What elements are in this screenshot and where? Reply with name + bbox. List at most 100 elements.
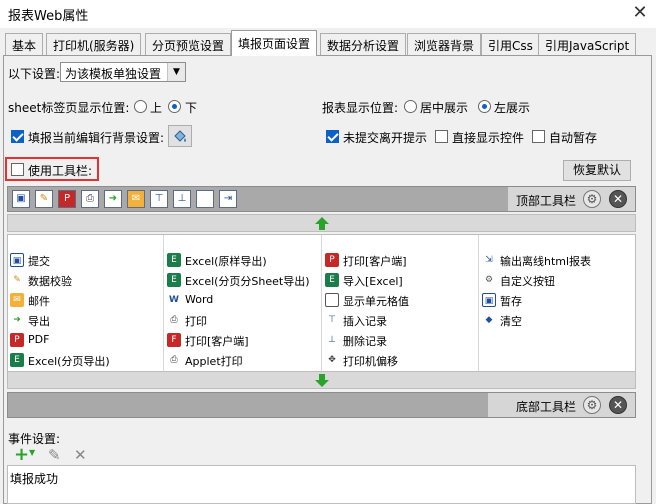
insert-icon[interactable]: ⊤ [150, 190, 168, 208]
fill-bg-checkbox[interactable] [11, 130, 24, 143]
use-toolbar-checkbox[interactable] [11, 163, 24, 176]
bottom-toolbar-bar: 底部工具栏 ⚙ ✕ [7, 392, 636, 418]
tab-basic[interactable]: 基本 [5, 33, 44, 55]
pdf-icon: P [10, 333, 24, 347]
paint-bucket-icon[interactable] [168, 125, 192, 147]
grid-button-flash-print[interactable]: F 打印[客户端] [165, 330, 320, 350]
save-icon[interactable]: ▣ [12, 190, 30, 208]
report-center-radio[interactable] [404, 100, 417, 113]
tab-css[interactable]: 引用Css [481, 33, 540, 55]
grid-button-insert-record[interactable]: ⊤ 插入记录 [323, 310, 478, 330]
excel-icon: E [167, 253, 181, 267]
chevron-down-icon[interactable]: ▼ [167, 63, 185, 81]
move-up-bar[interactable] [7, 214, 636, 232]
export-icon[interactable]: ➜ [104, 190, 122, 208]
direct-controls-checkbox[interactable] [435, 130, 448, 143]
top-toolbar-bar: ▣ ✎ P ⎙ ➜ ✉ ⊤ ⊥ ⇥ 顶部工具栏 ⚙ ✕ [7, 186, 636, 212]
grid-button-import-excel[interactable]: E 导入[Excel] [323, 270, 478, 290]
gear-icon[interactable]: ⚙ [583, 190, 601, 208]
grid-button-delete-record[interactable]: ⊥ 删除记录 [323, 330, 478, 350]
grid-button-applet-print[interactable]: ⎙ Applet打印 [165, 350, 320, 370]
unsubmitted-prompt-checkbox[interactable] [326, 130, 339, 143]
tab-data-analysis[interactable]: 数据分析设置 [320, 33, 407, 55]
move-icon: ✥ [328, 355, 336, 365]
tab-printer-server[interactable]: 打印机(服务器) [46, 33, 142, 55]
add-event-icon[interactable]: + [14, 444, 29, 465]
excel-icon: E [10, 353, 24, 367]
move-down-bar[interactable] [7, 371, 636, 389]
grid-button-printer-offset[interactable]: ✥ 打印机偏移 [323, 350, 478, 370]
tab-page-preview[interactable]: 分页预览设置 [145, 33, 232, 55]
export-icon: ➜ [13, 315, 21, 325]
exit-icon[interactable]: ⇥ [219, 190, 237, 208]
delete-icon[interactable]: ⊥ [173, 190, 191, 208]
grid-button-excel-page[interactable]: E Excel(分页导出) [8, 350, 163, 370]
close-icon[interactable]: ✕ [609, 190, 627, 208]
scope-label: 以下设置: [8, 67, 61, 81]
grid-button-pdf-print[interactable]: P 打印[客户端] [323, 250, 478, 270]
report-left-radio[interactable] [478, 100, 491, 113]
validate-icon[interactable]: ✎ [35, 190, 53, 208]
pdf-icon[interactable]: P [58, 190, 76, 208]
grid-button-excel-original[interactable]: E Excel(原样导出) [165, 250, 320, 270]
scope-select[interactable]: 为该模板单独设置 ▼ [60, 62, 186, 82]
applet-print-icon: ⎙ [170, 355, 178, 365]
report-left-label: 左展示 [494, 101, 531, 115]
sheet-top-radio[interactable] [134, 100, 147, 113]
grid-button-submit[interactable]: ▣ 提交 [8, 250, 163, 270]
grid-button-mail[interactable]: ✉ 邮件 [8, 290, 163, 310]
excel-icon: E [325, 273, 339, 287]
grid-button-pdf[interactable]: P PDF [8, 330, 163, 350]
gear-icon[interactable]: ⚙ [583, 396, 601, 414]
flash-print-icon: F [167, 333, 181, 347]
chevron-down-icon[interactable]: ▼ [29, 448, 35, 457]
blank-icon[interactable] [196, 190, 214, 208]
fill-bg-label: 填报当前编辑行背景设置: [28, 131, 165, 145]
events-list[interactable]: 填报成功 [7, 465, 636, 504]
print-icon[interactable]: ⎙ [81, 190, 99, 208]
sheet-bottom-label: 下 [185, 101, 198, 115]
grid-button-custom[interactable]: ⚙ 自定义按钮 [480, 270, 635, 290]
unsubmitted-prompt-label: 未提交离开提示 [343, 131, 428, 145]
grid-divider [321, 235, 322, 371]
auto-save-checkbox[interactable] [532, 130, 545, 143]
restore-default-button[interactable]: 恢复默认 [563, 160, 631, 181]
direct-controls-label: 直接显示控件 [452, 131, 525, 145]
grid-divider [163, 235, 164, 371]
report-center-label: 居中展示 [420, 101, 469, 115]
grid-divider [478, 235, 479, 371]
grid-button-excel-sheet[interactable]: E Excel(分页分Sheet导出) [165, 270, 320, 290]
grid-button-offline-html[interactable]: ⇲ 输出离线html报表 [480, 250, 635, 270]
use-toolbar-label: 使用工具栏: [28, 164, 93, 178]
auto-save-label: 自动暂存 [549, 131, 598, 145]
tab-fill-page[interactable]: 填报页面设置 [231, 30, 318, 56]
grid-button-temp-save[interactable]: ▣ 暂存 [480, 290, 635, 310]
grid-button-word[interactable]: W Word [165, 290, 320, 310]
grid-button-validate[interactable]: ✎ 数据校验 [8, 270, 163, 290]
grid-button-clear[interactable]: ◆ 清空 [480, 310, 635, 330]
grid-button-print[interactable]: ⎙ 打印 [165, 310, 320, 330]
window-title: 报表Web属性 [8, 9, 89, 24]
sheet-bottom-radio[interactable] [168, 100, 181, 113]
delete-icon: ⊥ [328, 335, 336, 345]
tab-browser-background[interactable]: 浏览器背景 [407, 33, 482, 55]
eraser-icon: ◆ [485, 315, 493, 325]
report-position-label: 报表显示位置: [322, 101, 399, 115]
print-icon: ⎙ [170, 315, 178, 325]
mail-icon: ✉ [10, 293, 24, 307]
pdf-icon: P [325, 253, 339, 267]
mail-icon[interactable]: ✉ [127, 190, 145, 208]
gear-icon: ⚙ [484, 275, 494, 285]
grid-button-export[interactable]: ➜ 导出 [8, 310, 163, 330]
grid-button-show-cell[interactable]: 显示单元格值 [323, 290, 478, 310]
insert-icon: ⊤ [328, 315, 336, 325]
tab-javascript[interactable]: 引用JavaScript [538, 33, 637, 55]
close-icon[interactable]: ✕ [609, 396, 627, 414]
toolbar-buttons-grid: ▣ 提交 ✎ 数据校验 ✉ 邮件 ➜ 导出 P PDF E Excel(分页导出… [7, 234, 636, 372]
remove-icon[interactable]: ✕ [74, 446, 87, 464]
top-toolbar-label: 顶部工具栏 [516, 194, 577, 208]
edit-icon[interactable]: ✎ [48, 446, 61, 464]
close-button[interactable]: ✕ [630, 3, 650, 23]
sheet-top-label: 上 [150, 101, 163, 115]
event-item[interactable]: 填报成功 [10, 470, 58, 487]
